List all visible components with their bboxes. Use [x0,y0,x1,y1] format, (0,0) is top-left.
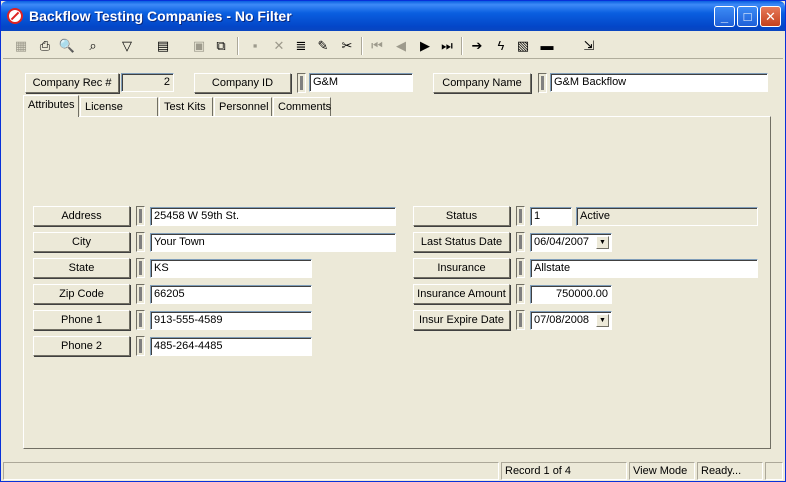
tab-license-types[interactable]: License Types [80,97,158,131]
record-grip[interactable] [136,336,145,356]
record-grip[interactable] [136,232,145,252]
city-field[interactable]: Your Town [150,233,396,252]
toolbar-separator [361,37,363,55]
books-icon[interactable]: ≣ [291,36,311,56]
first-record-icon[interactable]: ⏮ [367,36,387,56]
go-to-icon[interactable]: ➔ [467,36,487,56]
status-bar: Record 1 of 4 View Mode Ready... [3,462,783,480]
minimize-button[interactable]: _ [714,6,735,27]
window-title: Backflow Testing Companies - No Filter [29,8,292,24]
address-button[interactable]: Address [33,206,130,226]
next-record-icon[interactable]: ▶ [415,36,435,56]
company-name-button[interactable]: Company Name [433,73,531,93]
chevron-down-icon[interactable]: ▼ [596,314,609,327]
status-empty-pane [3,462,499,480]
delete-icon[interactable]: ✕ [269,36,289,56]
insurance-amount-field[interactable]: 750000.00 [530,285,612,304]
record-counter: Record 1 of 4 [501,462,627,480]
toolbar-separator [461,37,463,55]
edit-pencil-icon[interactable]: ✎ [313,36,333,56]
phone-2-button[interactable]: Phone 2 [33,336,130,356]
insur-expire-date-field[interactable]: 07/08/2008 ▼ [530,311,612,330]
record-grip[interactable] [516,206,525,226]
report-icon[interactable]: ▧ [513,36,533,56]
tab-comments[interactable]: Comments [273,97,331,117]
phone-2-field[interactable]: 485-264-4485 [150,337,312,356]
last-status-date-field[interactable]: 06/04/2007 ▼ [530,233,612,252]
mode-indicator: View Mode [629,462,695,480]
state-button[interactable]: State [33,258,130,278]
title-bar[interactable]: Backflow Testing Companies - No Filter _… [1,1,785,31]
company-id-field[interactable]: G&M [309,73,413,92]
toolbar: ▦ ⎙ 🔍 ⌕ ▽ ▤ ▣ ⧉ ▪ ✕ ≣ ✎ ✂ ⏮ ◀ ▶ ⏭ ➔ ϟ ▧ … [3,33,783,59]
insur-expire-date-button[interactable]: Insur Expire Date [413,310,510,330]
record-grip[interactable] [297,73,306,93]
city-button[interactable]: City [33,232,130,252]
tab-personnel[interactable]: Personnel [214,97,272,117]
binoculars-icon[interactable]: ⌕ [83,36,103,56]
company-rec-button[interactable]: Company Rec # [25,73,119,93]
record-grip[interactable] [516,232,525,252]
insur-expire-date-value: 07/08/2008 [534,314,590,326]
tab-attributes[interactable]: Attributes [23,95,79,117]
record-grip[interactable] [516,258,525,278]
form-icon[interactable]: ▤ [153,36,173,56]
phone-1-field[interactable]: 913-555-4589 [150,311,312,330]
attributes-panel [23,116,771,449]
insurance-amount-button[interactable]: Insurance Amount [413,284,510,304]
book-icon[interactable]: ▬ [537,36,557,56]
company-id-button[interactable]: Company ID [194,73,291,93]
last-status-date-button[interactable]: Last Status Date [413,232,510,252]
cut-icon[interactable]: ✂ [337,36,357,56]
status-code-field[interactable]: 1 [530,207,572,226]
company-rec-value: 2 [121,73,174,92]
record-grip[interactable] [516,310,525,330]
record-grip[interactable] [136,258,145,278]
company-name-field[interactable]: G&M Backflow [550,73,768,92]
copy-record-icon[interactable]: ⧉ [211,36,231,56]
record-grip[interactable] [136,206,145,226]
status-text-field: Active [576,207,758,226]
ready-indicator: Ready... [697,462,763,480]
save-icon[interactable]: ▪ [245,36,265,56]
zip-code-button[interactable]: Zip Code [33,284,130,304]
exit-icon[interactable]: ⇲ [579,36,599,56]
application-window: Backflow Testing Companies - No Filter _… [0,0,786,482]
print-preview-icon[interactable]: 🔍 [57,36,77,56]
app-icon[interactable] [7,8,23,24]
phone-1-button[interactable]: Phone 1 [33,310,130,330]
state-field[interactable]: KS [150,259,312,278]
address-field[interactable]: 25458 W 59th St. [150,207,396,226]
print-icon[interactable]: ⎙ [35,36,55,56]
insurance-field[interactable]: Allstate [530,259,758,278]
record-grip[interactable] [136,310,145,330]
record-grip[interactable] [516,284,525,304]
record-grip[interactable] [538,73,547,93]
filter-icon[interactable]: ▽ [117,36,137,56]
toolbar-separator [237,37,239,55]
properties-icon[interactable]: ▣ [189,36,209,56]
insurance-button[interactable]: Insurance [413,258,510,278]
chevron-down-icon[interactable]: ▼ [596,236,609,249]
zip-code-field[interactable]: 66205 [150,285,312,304]
last-status-date-value: 06/04/2007 [534,236,590,248]
previous-record-icon[interactable]: ◀ [391,36,411,56]
maximize-button[interactable]: □ [737,6,758,27]
record-grip[interactable] [136,284,145,304]
resize-grip[interactable] [765,462,783,480]
status-button[interactable]: Status [413,206,510,226]
last-record-icon[interactable]: ⏭ [437,36,457,56]
lightning-icon[interactable]: ϟ [491,36,511,56]
tab-test-kits[interactable]: Test Kits [159,97,213,117]
close-button[interactable]: ✕ [760,6,781,27]
grid-icon[interactable]: ▦ [11,36,31,56]
